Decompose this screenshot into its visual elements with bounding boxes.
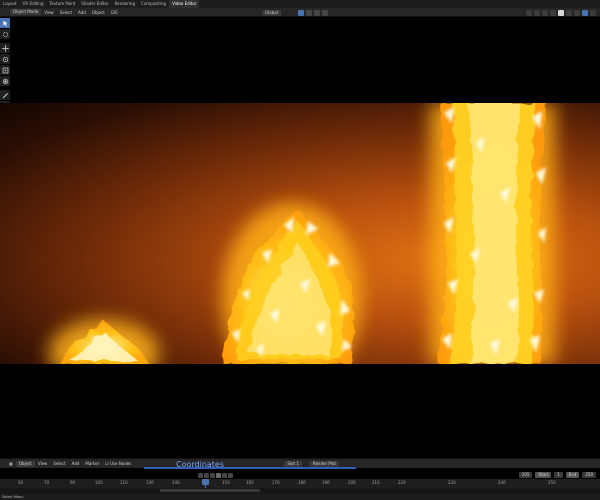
ruler-tick: 210 bbox=[372, 480, 380, 485]
prev-keyframe-icon[interactable] bbox=[204, 473, 209, 478]
fire-render-graphic bbox=[49, 103, 555, 364]
viewport-header: Object Mode View Select Add Object GIS G… bbox=[0, 8, 600, 17]
xray-icon[interactable] bbox=[550, 9, 556, 16]
play-icon[interactable] bbox=[216, 473, 221, 478]
status-bar: Select Menu bbox=[0, 494, 600, 500]
ruler-tick: 200 bbox=[348, 480, 356, 485]
ruler-tick: 70 bbox=[44, 480, 50, 485]
tab-video-editor[interactable]: Video Editor bbox=[169, 0, 200, 8]
flame-tall bbox=[438, 103, 546, 364]
cursor3d-icon[interactable] bbox=[0, 29, 10, 39]
tab-rendering[interactable]: Rendering bbox=[112, 0, 138, 8]
tab-uv-editing[interactable]: UV Editing bbox=[20, 0, 47, 8]
tl-menu-add[interactable]: Add bbox=[69, 461, 83, 466]
wireframe-shading-icon[interactable] bbox=[558, 9, 564, 16]
frame-range: 205 Start 1 End 250 bbox=[518, 472, 596, 478]
tl-menu-view[interactable]: View bbox=[35, 461, 51, 466]
ruler-tick: 140 bbox=[172, 480, 180, 485]
workspace-tab-bar: Layout UV Editing Texture Paint Shader E… bbox=[0, 0, 600, 8]
use-nodes-checkbox[interactable]: ☑ Use Nodes bbox=[102, 461, 134, 466]
ruler-tick: 170 bbox=[272, 480, 280, 485]
scale-icon[interactable] bbox=[0, 65, 10, 75]
timeline-scroll-thumb[interactable] bbox=[160, 489, 260, 492]
timeline-mode-dropdown[interactable]: Object bbox=[15, 460, 35, 467]
editor-type-icon[interactable]: ▦ bbox=[6, 461, 16, 466]
menu-gis[interactable]: GIS bbox=[108, 10, 121, 15]
tl-menu-marker[interactable]: Marker bbox=[82, 461, 102, 466]
render-preview[interactable] bbox=[0, 103, 600, 364]
overlay-icon[interactable] bbox=[542, 9, 548, 16]
annotate-icon[interactable] bbox=[0, 90, 10, 100]
timeline-caption: Coordinates bbox=[176, 460, 225, 469]
pivot-icon[interactable] bbox=[298, 9, 304, 16]
menu-add[interactable]: Add bbox=[75, 10, 89, 15]
ruler-tick: 100 bbox=[95, 480, 103, 485]
snapping-group bbox=[298, 9, 328, 16]
start-label: Start bbox=[535, 472, 552, 478]
timeline-ruler[interactable]: 50 70 90 100 110 130 140 150 160 170 180… bbox=[0, 479, 600, 488]
ruler-tick: 250 bbox=[548, 480, 556, 485]
ruler-tick: 220 bbox=[398, 480, 406, 485]
jump-end-icon[interactable] bbox=[228, 473, 233, 478]
gizmo-icon[interactable] bbox=[534, 9, 540, 16]
rotate-icon[interactable] bbox=[0, 54, 10, 64]
snap-target-icon[interactable] bbox=[314, 9, 320, 16]
menu-object[interactable]: Object bbox=[89, 10, 108, 15]
ruler-tick: 240 bbox=[498, 480, 506, 485]
ruler-tick: 150 bbox=[222, 480, 230, 485]
visibility-icon[interactable] bbox=[526, 9, 532, 16]
transform-icon[interactable] bbox=[0, 76, 10, 86]
ruler-tick: 230 bbox=[448, 480, 456, 485]
end-frame-field[interactable]: 250 bbox=[582, 472, 596, 478]
ruler-tick: 50 bbox=[18, 480, 24, 485]
proportional-edit-icon[interactable] bbox=[322, 9, 328, 16]
playback-controls bbox=[198, 473, 233, 478]
menu-view[interactable]: View bbox=[41, 10, 57, 15]
ruler-tick: 190 bbox=[322, 480, 330, 485]
tab-layout[interactable]: Layout bbox=[0, 0, 20, 8]
blender-window: Layout UV Editing Texture Paint Shader E… bbox=[0, 0, 600, 500]
snap-icon[interactable] bbox=[306, 9, 312, 16]
cursor-icon[interactable] bbox=[0, 18, 10, 28]
image-selector[interactable]: Render Plot bbox=[309, 460, 339, 467]
ruler-tick: 130 bbox=[146, 480, 154, 485]
ruler-tick: 160 bbox=[246, 480, 254, 485]
ruler-tick: 180 bbox=[298, 480, 306, 485]
end-label: End bbox=[565, 472, 580, 478]
transform-orientation-dropdown[interactable]: Global bbox=[262, 9, 281, 16]
tl-menu-select[interactable]: Select bbox=[50, 461, 68, 466]
viewport-shading-group bbox=[526, 9, 596, 16]
use-nodes-label: Use Nodes bbox=[110, 461, 132, 466]
play-reverse-icon[interactable] bbox=[210, 473, 215, 478]
ruler-tick: 90 bbox=[70, 480, 76, 485]
tab-shader-editor[interactable]: Shader Editor bbox=[78, 0, 111, 8]
start-frame-field[interactable]: 1 bbox=[554, 472, 563, 478]
jump-start-icon[interactable] bbox=[198, 473, 203, 478]
rendered-shading-icon[interactable] bbox=[582, 9, 588, 16]
move-icon[interactable] bbox=[0, 43, 10, 53]
ruler-tick: 110 bbox=[120, 480, 128, 485]
material-shading-icon[interactable] bbox=[574, 9, 580, 16]
object-mode-dropdown[interactable]: Object Mode bbox=[10, 9, 42, 15]
slot-dropdown[interactable]: Slot 1 bbox=[284, 460, 302, 467]
solid-shading-icon[interactable] bbox=[566, 9, 572, 16]
menu-select[interactable]: Select bbox=[57, 10, 75, 15]
next-keyframe-icon[interactable] bbox=[222, 473, 227, 478]
shading-options-icon[interactable] bbox=[590, 9, 596, 16]
current-frame-field[interactable]: 205 bbox=[518, 472, 533, 478]
tab-texture-paint[interactable]: Texture Paint bbox=[46, 0, 78, 8]
tab-compositing[interactable]: Compositing bbox=[138, 0, 169, 8]
